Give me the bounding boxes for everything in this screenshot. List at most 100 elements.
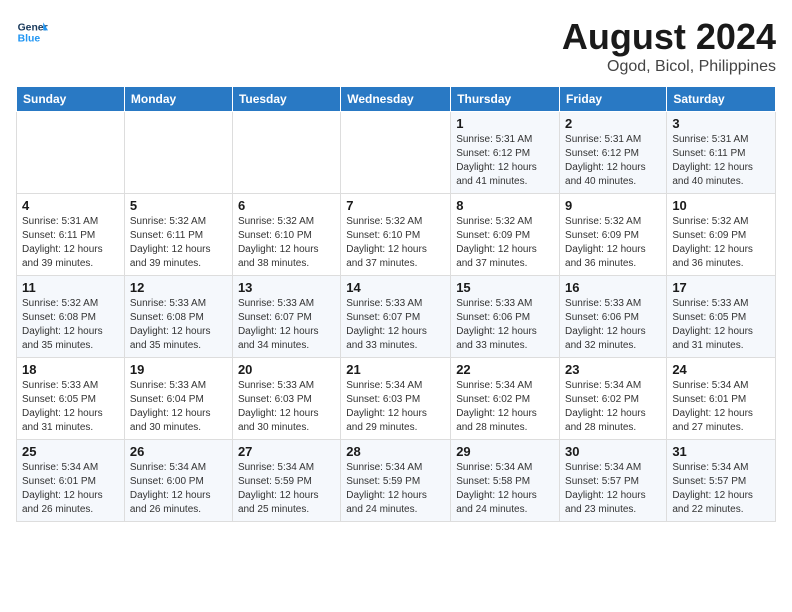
day-number: 22 (456, 362, 554, 377)
day-info: Sunrise: 5:31 AMSunset: 6:12 PMDaylight:… (565, 133, 661, 189)
day-cell: 17 Sunrise: 5:33 AMSunset: 6:05 PMDayligh… (667, 276, 776, 358)
week-row-2: 4 Sunrise: 5:31 AMSunset: 6:11 PMDaylight… (17, 194, 776, 276)
day-cell: 16 Sunrise: 5:33 AMSunset: 6:06 PMDayligh… (560, 276, 667, 358)
day-number: 13 (238, 280, 335, 295)
day-info: Sunrise: 5:33 AMSunset: 6:07 PMDaylight:… (346, 297, 445, 353)
day-cell: 14Sunrise: 5:33 AMSunset: 6:07 PMDayligh… (341, 276, 451, 358)
day-number: 5 (130, 198, 227, 213)
svg-text:Blue: Blue (18, 34, 41, 45)
day-info: Sunrise: 5:34 AMSunset: 5:57 PMDaylight:… (565, 461, 661, 517)
day-info: Sunrise: 5:32 AMSunset: 6:09 PMDaylight:… (565, 215, 661, 271)
day-cell: 8 Sunrise: 5:32 AMSunset: 6:09 PMDaylight… (451, 194, 560, 276)
day-info: Sunrise: 5:32 AMSunset: 6:11 PMDaylight:… (130, 215, 227, 271)
header-day-wednesday: Wednesday (341, 87, 451, 112)
day-info: Sunrise: 5:33 AMSunset: 6:08 PMDaylight:… (130, 297, 227, 353)
day-info: Sunrise: 5:33 AMSunset: 6:05 PMDaylight:… (672, 297, 770, 353)
day-info: Sunrise: 5:33 AMSunset: 6:06 PMDaylight:… (565, 297, 661, 353)
day-number: 17 (672, 280, 770, 295)
page-subtitle: Ogod, Bicol, Philippines (562, 58, 776, 76)
day-cell: 28 Sunrise: 5:34 AMSunset: 5:59 PMDayligh… (341, 440, 451, 522)
day-cell: 13 Sunrise: 5:33 AMSunset: 6:07 PMDayligh… (232, 276, 340, 358)
day-number: 12 (130, 280, 227, 295)
day-cell: 26 Sunrise: 5:34 AMSunset: 6:00 PMDayligh… (124, 440, 232, 522)
day-info: Sunrise: 5:33 AMSunset: 6:06 PMDaylight:… (456, 297, 554, 353)
day-number: 16 (565, 280, 661, 295)
day-number: 26 (130, 444, 227, 459)
day-info: Sunrise: 5:34 AMSunset: 6:02 PMDaylight:… (456, 379, 554, 435)
day-info: Sunrise: 5:31 AMSunset: 6:11 PMDaylight:… (672, 133, 770, 189)
day-info: Sunrise: 5:32 AMSunset: 6:08 PMDaylight:… (22, 297, 119, 353)
day-info: Sunrise: 5:33 AMSunset: 6:04 PMDaylight:… (130, 379, 227, 435)
day-cell: 15 Sunrise: 5:33 AMSunset: 6:06 PMDayligh… (451, 276, 560, 358)
day-cell: 22 Sunrise: 5:34 AMSunset: 6:02 PMDayligh… (451, 358, 560, 440)
day-cell: 29 Sunrise: 5:34 AMSunset: 5:58 PMDayligh… (451, 440, 560, 522)
day-info: Sunrise: 5:34 AMSunset: 6:03 PMDaylight:… (346, 379, 445, 435)
day-number: 4 (22, 198, 119, 213)
day-info: Sunrise: 5:34 AMSunset: 5:59 PMDaylight:… (346, 461, 445, 517)
day-cell (17, 112, 125, 194)
page-header: General Blue August 2024 Ogod, Bicol, Ph… (16, 16, 776, 76)
day-info: Sunrise: 5:32 AMSunset: 6:09 PMDaylight:… (456, 215, 554, 271)
header-day-thursday: Thursday (451, 87, 560, 112)
day-info: Sunrise: 5:33 AMSunset: 6:03 PMDaylight:… (238, 379, 335, 435)
day-cell: 5 Sunrise: 5:32 AMSunset: 6:11 PMDaylight… (124, 194, 232, 276)
day-number: 27 (238, 444, 335, 459)
day-number: 7 (346, 198, 445, 213)
day-info: Sunrise: 5:34 AMSunset: 6:00 PMDaylight:… (130, 461, 227, 517)
header-day-monday: Monday (124, 87, 232, 112)
day-cell (232, 112, 340, 194)
day-cell: 6 Sunrise: 5:32 AMSunset: 6:10 PMDaylight… (232, 194, 340, 276)
day-cell: 27 Sunrise: 5:34 AMSunset: 5:59 PMDayligh… (232, 440, 340, 522)
day-info: Sunrise: 5:34 AMSunset: 6:01 PMDaylight:… (672, 379, 770, 435)
day-number: 10 (672, 198, 770, 213)
day-cell: 3 Sunrise: 5:31 AMSunset: 6:11 PMDaylight… (667, 112, 776, 194)
day-number: 3 (672, 116, 770, 131)
day-number: 8 (456, 198, 554, 213)
calendar-table: SundayMondayTuesdayWednesdayThursdayFrid… (16, 86, 776, 522)
day-info: Sunrise: 5:33 AMSunset: 6:07 PMDaylight:… (238, 297, 335, 353)
day-number: 29 (456, 444, 554, 459)
day-cell: 31 Sunrise: 5:34 AMSunset: 5:57 PMDayligh… (667, 440, 776, 522)
day-info: Sunrise: 5:34 AMSunset: 5:57 PMDaylight:… (672, 461, 770, 517)
day-cell (341, 112, 451, 194)
day-number: 25 (22, 444, 119, 459)
week-row-3: 11Sunrise: 5:32 AMSunset: 6:08 PMDayligh… (17, 276, 776, 358)
title-block: August 2024 Ogod, Bicol, Philippines (562, 16, 776, 76)
day-number: 24 (672, 362, 770, 377)
day-info: Sunrise: 5:34 AMSunset: 5:59 PMDaylight:… (238, 461, 335, 517)
day-number: 19 (130, 362, 227, 377)
header-day-saturday: Saturday (667, 87, 776, 112)
day-cell: 2 Sunrise: 5:31 AMSunset: 6:12 PMDaylight… (560, 112, 667, 194)
day-cell: 10Sunrise: 5:32 AMSunset: 6:09 PMDayligh… (667, 194, 776, 276)
day-number: 18 (22, 362, 119, 377)
day-cell: 9Sunrise: 5:32 AMSunset: 6:09 PMDaylight… (560, 194, 667, 276)
day-number: 20 (238, 362, 335, 377)
day-cell: 12 Sunrise: 5:33 AMSunset: 6:08 PMDayligh… (124, 276, 232, 358)
day-number: 31 (672, 444, 770, 459)
day-cell: 7 Sunrise: 5:32 AMSunset: 6:10 PMDaylight… (341, 194, 451, 276)
day-info: Sunrise: 5:31 AMSunset: 6:11 PMDaylight:… (22, 215, 119, 271)
day-info: Sunrise: 5:31 AMSunset: 6:12 PMDaylight:… (456, 133, 554, 189)
logo: General Blue (16, 16, 48, 48)
day-info: Sunrise: 5:34 AMSunset: 5:58 PMDaylight:… (456, 461, 554, 517)
day-info: Sunrise: 5:33 AMSunset: 6:05 PMDaylight:… (22, 379, 119, 435)
day-cell: 24 Sunrise: 5:34 AMSunset: 6:01 PMDayligh… (667, 358, 776, 440)
day-cell: 11Sunrise: 5:32 AMSunset: 6:08 PMDayligh… (17, 276, 125, 358)
day-info: Sunrise: 5:32 AMSunset: 6:10 PMDaylight:… (238, 215, 335, 271)
day-cell: 23Sunrise: 5:34 AMSunset: 6:02 PMDayligh… (560, 358, 667, 440)
logo-icon: General Blue (16, 16, 48, 48)
day-cell: 4 Sunrise: 5:31 AMSunset: 6:11 PMDaylight… (17, 194, 125, 276)
day-number: 2 (565, 116, 661, 131)
day-info: Sunrise: 5:32 AMSunset: 6:10 PMDaylight:… (346, 215, 445, 271)
day-number: 28 (346, 444, 445, 459)
day-number: 30 (565, 444, 661, 459)
page-title: August 2024 (562, 16, 776, 58)
day-number: 6 (238, 198, 335, 213)
day-cell: 25Sunrise: 5:34 AMSunset: 6:01 PMDayligh… (17, 440, 125, 522)
week-row-1: 1Sunrise: 5:31 AMSunset: 6:12 PMDaylight… (17, 112, 776, 194)
day-cell: 20 Sunrise: 5:33 AMSunset: 6:03 PMDayligh… (232, 358, 340, 440)
day-cell: 19 Sunrise: 5:33 AMSunset: 6:04 PMDayligh… (124, 358, 232, 440)
header-day-friday: Friday (560, 87, 667, 112)
day-number: 15 (456, 280, 554, 295)
header-row: SundayMondayTuesdayWednesdayThursdayFrid… (17, 87, 776, 112)
